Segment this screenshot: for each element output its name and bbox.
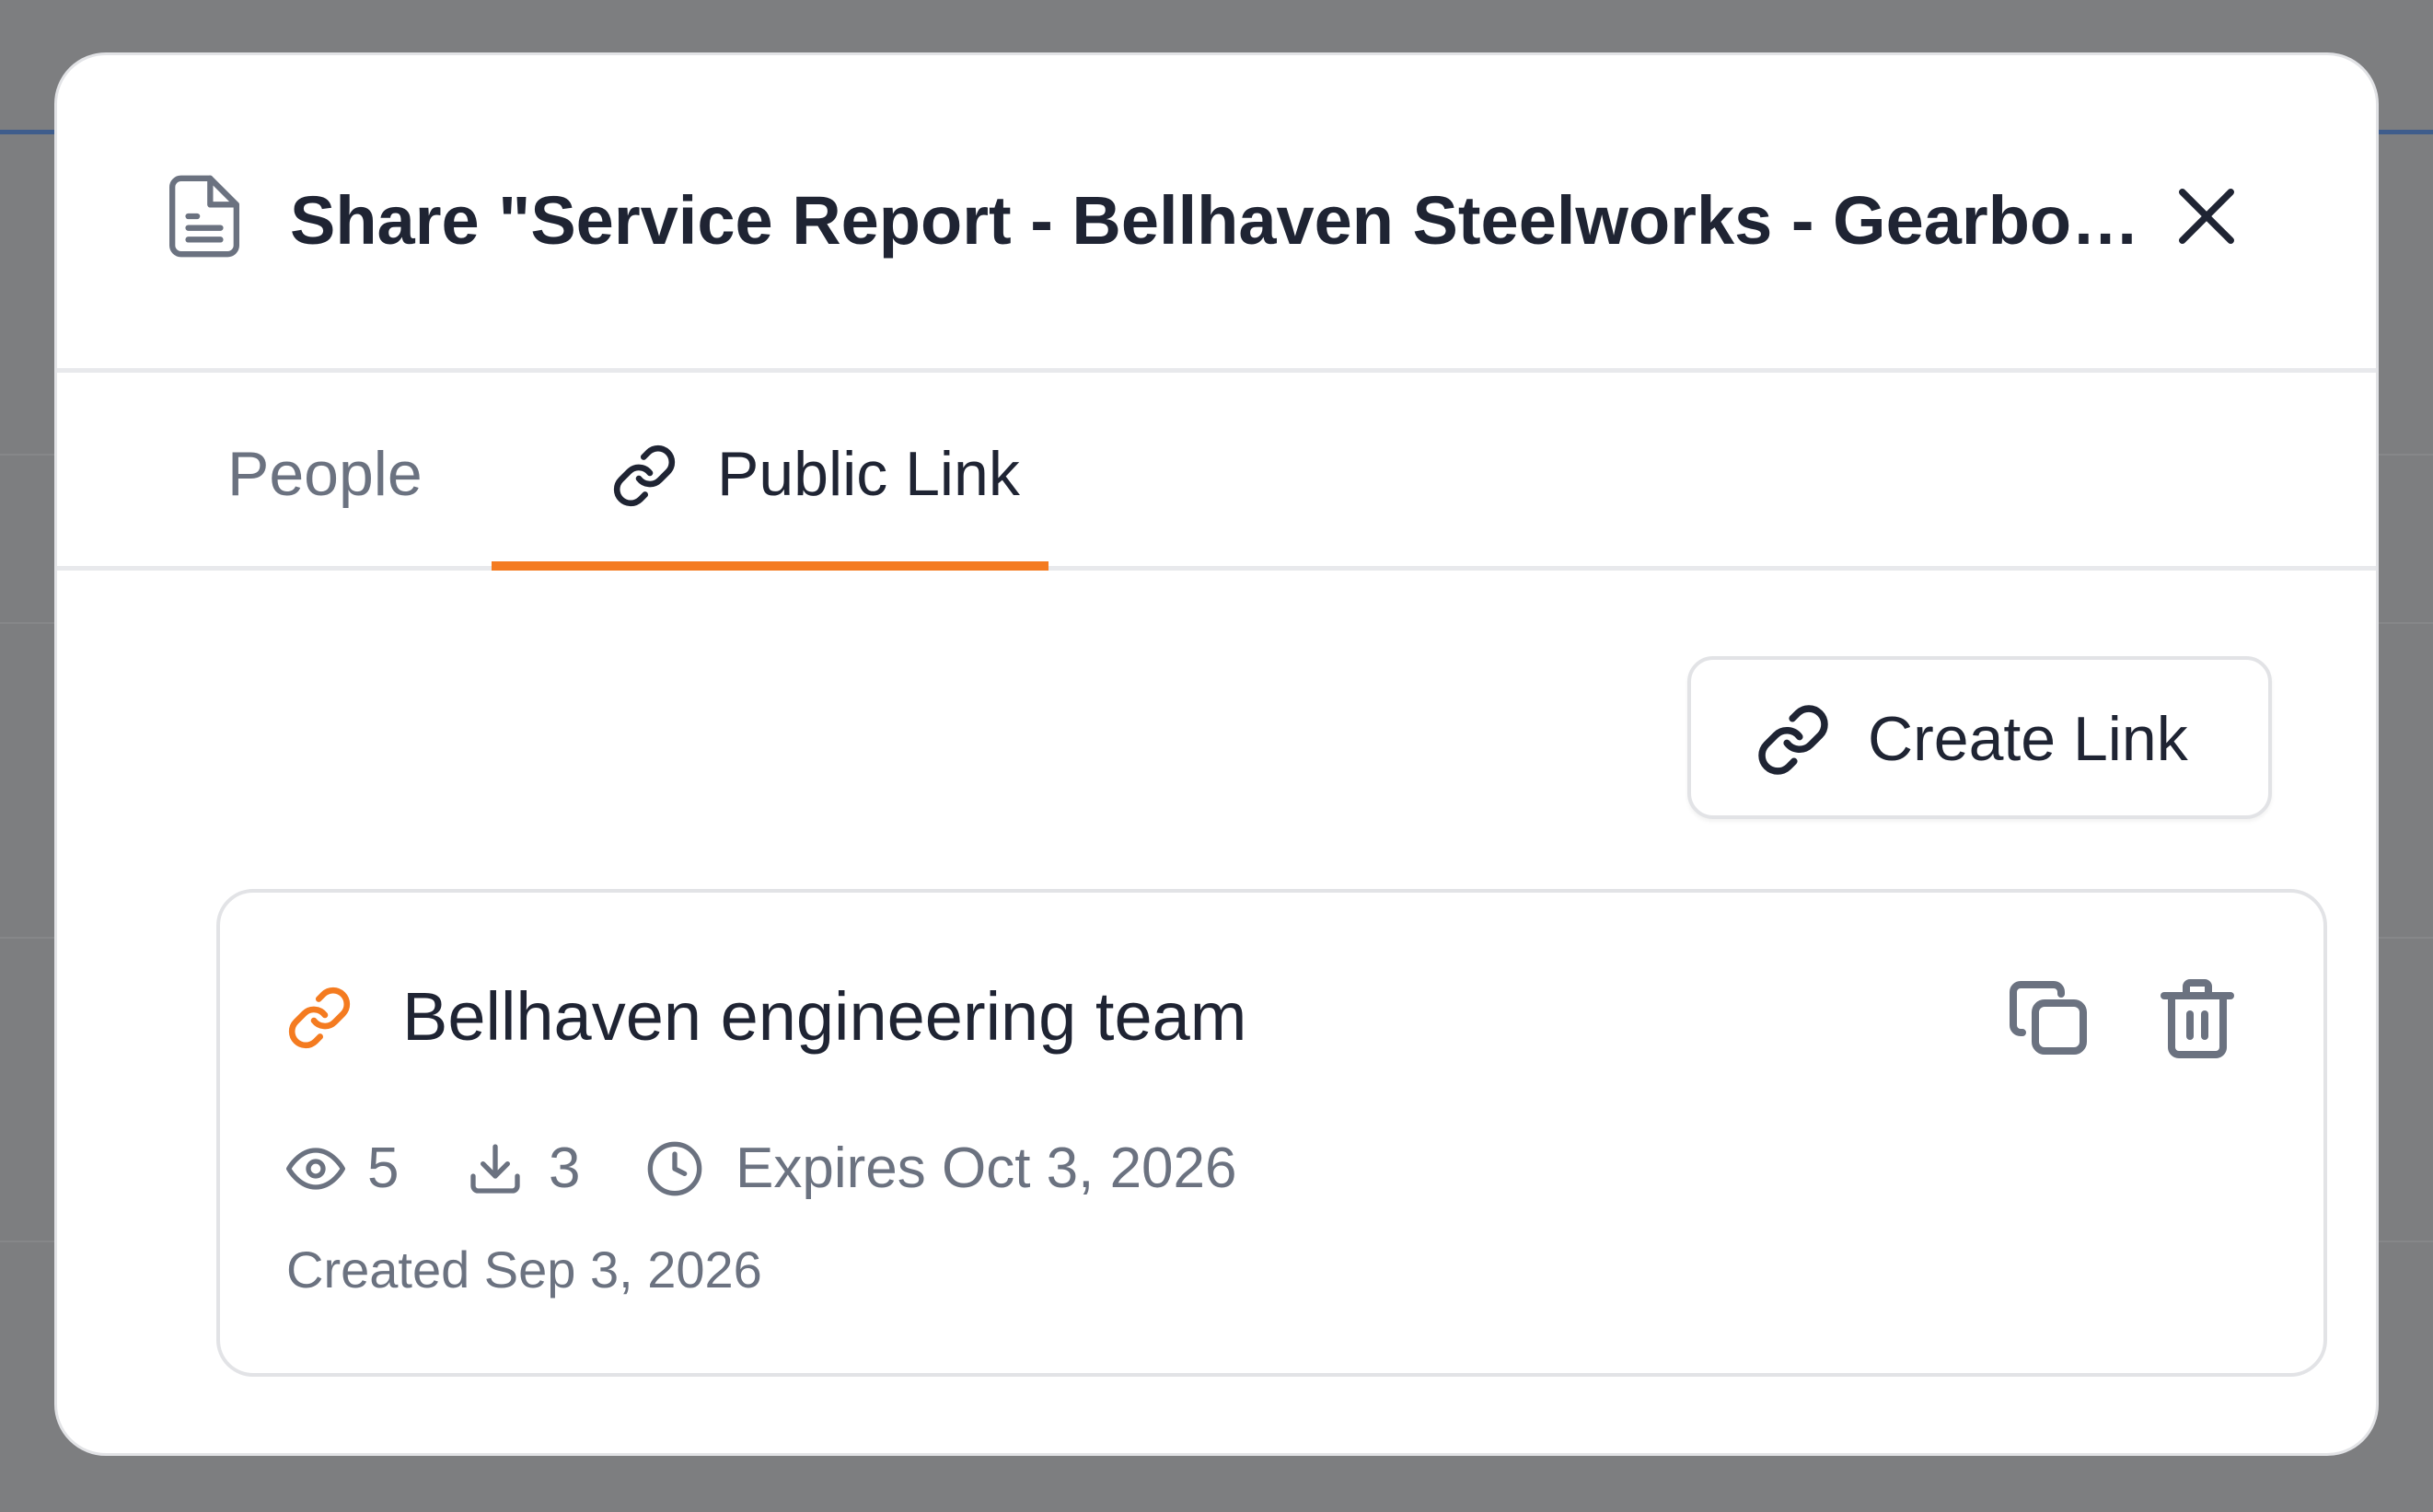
tab-bar: People Public Link bbox=[57, 373, 2376, 571]
link-icon bbox=[1758, 705, 1828, 775]
trash-icon[interactable] bbox=[2153, 974, 2242, 1062]
created-date: Created Sep 3, 2026 bbox=[286, 1241, 762, 1298]
active-tab-indicator bbox=[492, 561, 1049, 571]
document-icon bbox=[169, 175, 239, 258]
public-link-card: Bellhaven engineering team 5 3 Expires O… bbox=[216, 889, 2327, 1377]
eye-icon bbox=[286, 1148, 345, 1190]
link-name: Bellhaven engineering team bbox=[402, 978, 1247, 1055]
link-icon bbox=[288, 987, 351, 1049]
download-icon bbox=[470, 1144, 520, 1194]
clock-icon bbox=[647, 1141, 702, 1196]
tab-people[interactable]: People bbox=[227, 437, 423, 511]
tab-public-link-label: Public Link bbox=[717, 439, 1020, 509]
dialog-title: Share "Service Report - Bellhaven Steelw… bbox=[290, 182, 2177, 259]
copy-icon[interactable] bbox=[2006, 974, 2094, 1062]
dialog-header: Share "Service Report - Bellhaven Steelw… bbox=[57, 55, 2376, 373]
create-link-label: Create Link bbox=[1868, 704, 2188, 774]
close-icon[interactable] bbox=[2165, 175, 2248, 258]
expiry-date: Expires Oct 3, 2026 bbox=[736, 1137, 1237, 1200]
create-link-button[interactable]: Create Link bbox=[1687, 656, 2272, 819]
link-stats: 5 3 Expires Oct 3, 2026 bbox=[286, 1132, 1667, 1206]
share-dialog: Share "Service Report - Bellhaven Steelw… bbox=[54, 52, 2379, 1456]
tab-public-link[interactable]: Public Link bbox=[492, 373, 1049, 571]
view-count: 5 bbox=[367, 1137, 400, 1200]
download-count: 3 bbox=[549, 1137, 581, 1200]
link-icon bbox=[613, 444, 676, 507]
